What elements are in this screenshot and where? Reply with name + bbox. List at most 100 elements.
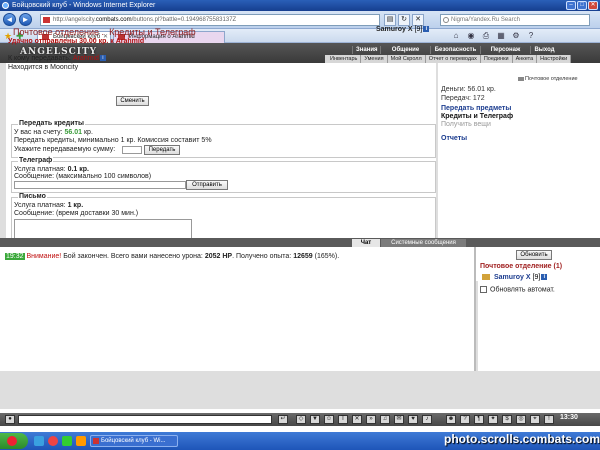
recipient-name[interactable]: Arahmid — [73, 55, 99, 62]
sound-icon[interactable]: ♪ — [422, 415, 432, 424]
start-button[interactable] — [0, 433, 28, 449]
forum-icon[interactable]: ¶ — [474, 415, 484, 424]
quicklaunch-ie-icon[interactable] — [34, 436, 44, 446]
eraser-icon[interactable]: ◇ — [296, 415, 306, 424]
menu-character[interactable]: Персонаж — [480, 46, 530, 54]
user-entry[interactable]: Samuroy X [9] i — [482, 274, 548, 281]
user-name[interactable]: Samuroy X — [494, 274, 531, 281]
map-icon[interactable]: ⌖ — [530, 415, 540, 424]
side-money: Деньги: 56.01 кр. Передач: 172 — [441, 85, 496, 103]
submenu-profile[interactable]: Анкета — [513, 55, 538, 63]
submenu-settings[interactable]: Настройки — [537, 55, 572, 63]
transfer-credits-button[interactable]: Передать — [144, 145, 180, 155]
mailbox-label: Почтовое отделение — [518, 76, 578, 82]
quicklaunch-firefox-icon[interactable] — [76, 436, 86, 446]
help-chat-icon[interactable]: ? — [460, 415, 470, 424]
amount-input[interactable] — [122, 146, 142, 154]
change-recipient-button[interactable]: Сменить — [116, 96, 149, 106]
submenu-skills[interactable]: Умения — [361, 55, 388, 63]
submenu-my-scroll[interactable]: Мой Скролл — [388, 55, 426, 63]
private-icon[interactable]: ✉ — [394, 415, 404, 424]
telegraph-message-input[interactable] — [14, 181, 186, 189]
balance-line: У вас на счету: 56.01 кр. — [14, 129, 93, 136]
help-icon[interactable]: ? — [525, 31, 537, 41]
forward-arrow-icon[interactable]: ► — [19, 13, 32, 26]
recipient-label: К кому передавать: — [8, 55, 71, 62]
credits-fieldset: Передать кредиты У вас на счету: 56.01 к… — [11, 120, 436, 158]
player-name[interactable]: Samuroy X — [376, 26, 413, 33]
chat-input[interactable] — [18, 415, 272, 424]
menu-knowledge[interactable]: Знания — [352, 46, 380, 54]
translit-icon[interactable]: T — [338, 415, 348, 424]
shop-icon[interactable]: $ — [502, 415, 512, 424]
window-title-bar: Бойцовский клуб - Windows Internet Explo… — [0, 0, 600, 11]
menu-communication[interactable]: Общение — [380, 46, 430, 54]
back-arrow-icon[interactable]: ◄ — [3, 13, 16, 26]
url-input[interactable]: http://angelscity.combats.com/buttons.pl… — [40, 14, 380, 26]
user-action-icon[interactable] — [482, 274, 490, 281]
friends-icon[interactable]: ♥ — [408, 415, 418, 424]
search-input[interactable]: Nigma/Yandex.Ru Search — [440, 14, 590, 26]
search-icon — [443, 17, 449, 23]
close-window-button[interactable]: ✕ — [588, 1, 598, 10]
link-reports[interactable]: Отчеты — [441, 135, 467, 142]
filter-icon[interactable]: ▼ — [310, 415, 320, 424]
mailbox-label-text: Почтовое отделение — [525, 76, 578, 82]
stop-icon[interactable]: ✕ — [412, 14, 424, 26]
auto-refresh-row[interactable]: Обновлять автомат. — [480, 286, 555, 293]
tab-system-messages[interactable]: Системные сообщения — [381, 239, 466, 247]
smiles-icon[interactable]: ☺ — [324, 415, 334, 424]
letter-message-label: Сообщение: (время доставки 30 мин.) — [14, 210, 139, 217]
quest-icon[interactable]: ! — [544, 415, 554, 424]
side-links: Передать предметы Кредиты и Телеграф Пол… — [441, 105, 513, 129]
tools-icon[interactable]: ⚙ — [510, 31, 522, 41]
bot-icon[interactable]: ☻ — [446, 415, 456, 424]
chat-log: 19:32 Внимание! Бой закончен. Всего вами… — [0, 247, 476, 371]
compat-view-icon[interactable]: ▤ — [384, 14, 396, 26]
home-icon[interactable]: ⌂ — [450, 31, 462, 41]
clear-chat-icon[interactable]: ✕ — [352, 415, 362, 424]
feeds-icon[interactable]: ◉ — [465, 31, 477, 41]
auto-refresh-checkbox[interactable] — [480, 286, 487, 293]
silence-icon[interactable]: ♫ — [380, 415, 390, 424]
info-icon[interactable]: i — [99, 55, 106, 62]
radio-icon[interactable]: ◎ — [516, 415, 526, 424]
balance-label: У вас на счету: — [14, 129, 63, 136]
info-icon[interactable]: i — [541, 274, 548, 281]
chat-text-2: . Получено опыта: — [232, 253, 292, 260]
link-transfer-items[interactable]: Передать предметы — [441, 105, 513, 113]
telegraph-message-label: Сообщение: (максимально 100 символов) — [14, 173, 152, 180]
menu-exit[interactable]: Выход — [530, 46, 558, 54]
chat-exp: 12659 — [293, 253, 313, 260]
telegraph-price-line: Услуга платная: 0.1 кр. — [14, 166, 89, 173]
player-level: [9] — [414, 26, 423, 33]
submenu-battles[interactable]: Поединки — [481, 55, 513, 63]
chat-mode-icon[interactable]: ● — [5, 415, 15, 424]
taskbar-window-item[interactable]: Бойцовский клуб - Wi... — [90, 435, 178, 447]
tab-chat[interactable]: Чат — [352, 239, 380, 247]
taskbar-favicon-icon — [93, 438, 99, 444]
news-icon[interactable]: ✦ — [488, 415, 498, 424]
command-bar: ⌂ ◉ ⎙ ▦ ⚙ ? — [450, 31, 537, 41]
refresh-icon[interactable]: ↻ — [398, 14, 410, 26]
minimize-button[interactable]: – — [566, 1, 576, 10]
window-controls: – □ ✕ — [566, 1, 598, 10]
letter-legend: Письмо — [18, 193, 47, 200]
sub-menu: Инвентарь Умения Мой Скролл Отчет о пере… — [325, 55, 572, 63]
chat-exp-percent: (165%). — [314, 253, 340, 260]
submenu-transfer-report[interactable]: Отчет о переводах — [426, 55, 481, 63]
url-suffix: /buttons.pl?battle=0.19496875583137Z — [131, 17, 237, 23]
quicklaunch-app-icon[interactable] — [62, 436, 72, 446]
refresh-button[interactable]: Обновить — [516, 250, 552, 260]
chat-speed-icon[interactable]: » — [366, 415, 376, 424]
telegraph-send-button[interactable]: Отправить — [186, 180, 228, 190]
print-icon[interactable]: ⎙ — [480, 31, 492, 41]
send-arrow-icon[interactable]: ↵ — [278, 415, 288, 424]
info-icon[interactable]: i — [423, 26, 430, 33]
submenu-inventory[interactable]: Инвентарь — [327, 55, 362, 63]
page-menu-icon[interactable]: ▦ — [495, 31, 507, 41]
menu-security[interactable]: Безопасность — [430, 46, 480, 54]
maximize-button[interactable]: □ — [577, 1, 587, 10]
letter-paid-label: Услуга платная: — [14, 202, 66, 209]
quicklaunch-opera-icon[interactable] — [48, 436, 58, 446]
